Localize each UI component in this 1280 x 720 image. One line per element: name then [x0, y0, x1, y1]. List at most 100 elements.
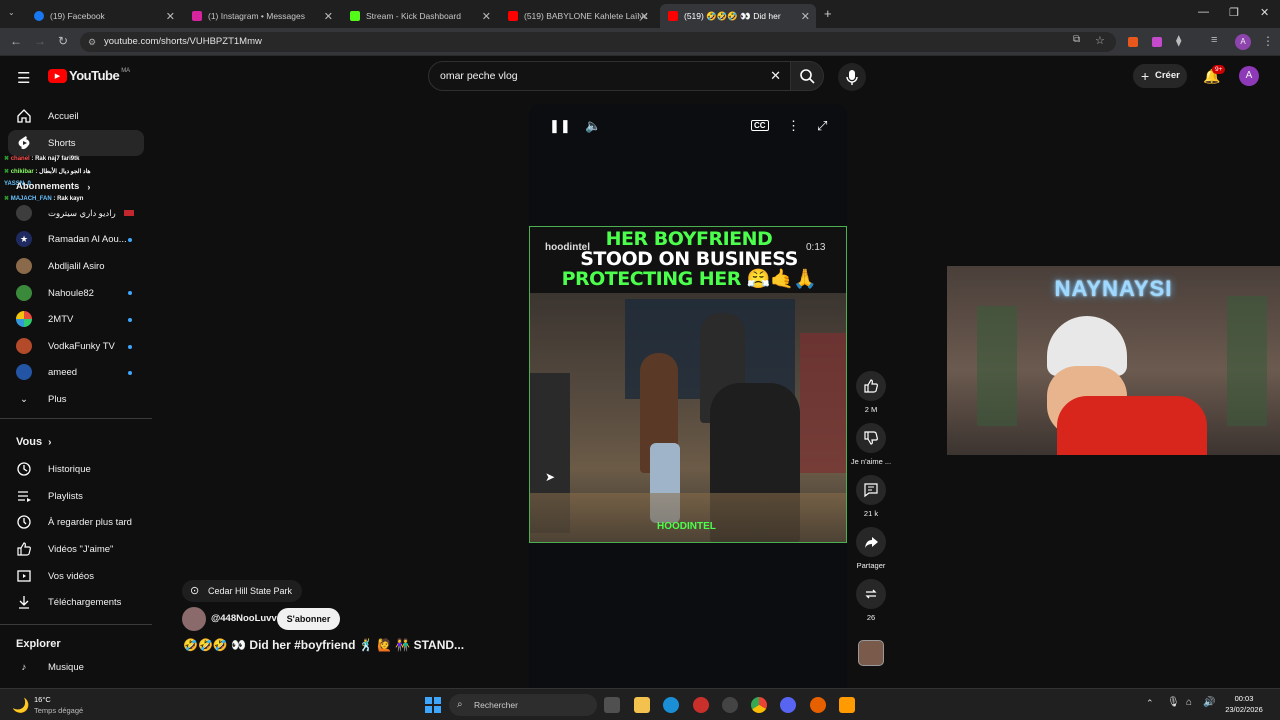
clock-date[interactable]: 23/02/2026 [1218, 705, 1270, 714]
network-icon[interactable]: ⌂ [1186, 697, 1192, 708]
subscriptions-title: Abonnements [16, 181, 80, 192]
sidebar-item-subscription[interactable]: ★ Ramadan Al Aou... [8, 226, 144, 252]
brand-watermark: HOODINTEL [657, 521, 716, 532]
close-icon[interactable]: ✕ [324, 10, 333, 23]
app-icon[interactable] [693, 697, 709, 713]
restore-icon[interactable]: ❐ [1229, 6, 1239, 19]
clock-icon [16, 514, 32, 530]
sidebar-item-more[interactable]: ⌄ Plus [8, 386, 144, 412]
volume-icon[interactable]: 🔈 [585, 118, 601, 134]
chevron-up-icon[interactable]: ⌃ [1146, 698, 1154, 709]
sidebar-item-music[interactable]: ♪ Musique [8, 654, 144, 680]
channel-handle[interactable]: @448NooLuvv [211, 613, 277, 624]
volume-icon[interactable]: 🔊 [1203, 697, 1215, 708]
sidebar-item-subscription[interactable]: ameed [8, 359, 144, 385]
file-explorer-icon[interactable] [634, 697, 650, 713]
youtube-logo[interactable]: ▶ YouTube MA [48, 68, 130, 83]
reload-icon[interactable]: ↻ [58, 34, 68, 48]
tab-instagram[interactable]: (1) Instagram • Messages ✕ [184, 4, 339, 28]
comment-action[interactable]: 21 k [856, 475, 886, 518]
location-chip[interactable]: ⊙ Cedar Hill State Park [182, 580, 303, 602]
sidebar-item-subscription[interactable]: Nahoule82 [8, 280, 144, 306]
close-icon[interactable]: ✕ [166, 10, 175, 23]
share-action[interactable]: Partager [856, 527, 886, 570]
browser-menu-icon[interactable]: ⋮ [1262, 34, 1274, 48]
sidebar-item-watch-later[interactable]: À regarder plus tard [8, 509, 144, 535]
notifications-button[interactable]: 🔔 9+ [1203, 65, 1226, 86]
sidebar-item-history[interactable]: Historique [8, 456, 144, 482]
clock-time[interactable]: 00:03 [1220, 694, 1268, 703]
edge-icon[interactable] [663, 697, 679, 713]
microphone-icon[interactable]: 🎙 [1167, 697, 1180, 708]
sidebar-item-subscription[interactable]: VodkaFunky TV [8, 333, 144, 359]
account-avatar[interactable]: A [1239, 66, 1259, 86]
clear-search-icon[interactable]: ✕ [770, 62, 781, 90]
tab-search-icon[interactable]: ⌄ [8, 8, 15, 17]
new-tab-icon[interactable]: + [824, 6, 832, 21]
back-icon[interactable]: ← [10, 34, 22, 48]
sidebar-item-label: Téléchargements [48, 596, 122, 608]
tab-youtube-babylone[interactable]: (519) BABYLONE Kahlete Laïlyo ✕ [500, 4, 655, 28]
discord-icon[interactable] [780, 697, 796, 713]
sidebar-item-subscription[interactable]: Abdljalil Asiro [8, 253, 144, 279]
search-input[interactable]: omar peche vlog ✕ [428, 61, 792, 91]
close-icon[interactable]: ✕ [801, 10, 810, 23]
thumbs-down-icon [856, 423, 886, 453]
close-icon[interactable]: ✕ [640, 10, 649, 23]
captions-icon[interactable]: CC [751, 120, 769, 131]
install-icon[interactable]: ⧉ [1073, 34, 1080, 45]
tab-label: (19) Facebook [50, 11, 105, 21]
audio-thumbnail[interactable] [858, 640, 884, 666]
more-options-icon[interactable]: ⋮ [787, 118, 800, 134]
voice-search-button[interactable] [838, 63, 866, 91]
remix-action[interactable]: 26 [856, 579, 886, 622]
tab-kick[interactable]: Stream - Kick Dashboard ✕ [342, 4, 497, 28]
comment-count: 21 k [863, 509, 879, 518]
tab-facebook[interactable]: (19) Facebook ✕ [26, 4, 181, 28]
extension-icon[interactable] [1128, 37, 1138, 47]
create-button[interactable]: + Créer [1133, 64, 1187, 88]
sidebar-item-subscription[interactable]: راديو داري سيتروت [8, 200, 144, 226]
like-action[interactable]: 2 M [856, 371, 886, 414]
profile-avatar[interactable]: A [1235, 34, 1251, 50]
site-info-icon[interactable]: ⚙ [88, 32, 96, 52]
short-video[interactable]: HER BOYFRIEND STOOD ON BUSINESS PROTECTI… [529, 226, 847, 543]
chrome-icon[interactable] [751, 697, 767, 713]
bookmark-star-icon[interactable]: ☆ [1095, 34, 1105, 47]
close-icon[interactable]: ✕ [482, 10, 491, 23]
close-window-icon[interactable]: ✕ [1260, 6, 1269, 19]
firefox-icon[interactable] [810, 697, 826, 713]
sidebar-item-liked-videos[interactable]: Vidéos "J'aime" [8, 536, 144, 562]
sidebar-item-downloads[interactable]: Téléchargements [8, 589, 144, 615]
sidebar-item-subscription[interactable]: 2MTV [8, 306, 144, 332]
obs-icon[interactable] [722, 697, 738, 713]
windows-start-icon[interactable] [425, 697, 441, 713]
weather-icon[interactable]: 🌙 [12, 697, 29, 714]
task-view-icon[interactable] [604, 697, 620, 713]
extension-icon[interactable] [1152, 37, 1162, 47]
sidebar-item-your-videos[interactable]: Vos vidéos [8, 563, 144, 589]
search-button[interactable] [790, 61, 824, 91]
pause-icon[interactable]: ❚❚ [549, 118, 571, 134]
subscribe-button[interactable]: S'abonner [277, 608, 340, 630]
tab-youtube-shorts[interactable]: (519) 🤣🤣🤣 👀 Did her ✕ [660, 4, 816, 28]
minimize-icon[interactable]: — [1198, 6, 1209, 18]
fullscreen-icon[interactable]: ⤢ [817, 118, 827, 134]
subscriptions-heading[interactable]: Abonnements › [16, 181, 90, 192]
you-heading[interactable]: Vous › [16, 436, 51, 448]
channel-avatar[interactable] [182, 607, 206, 631]
sidebar-item-home[interactable]: Accueil [8, 103, 144, 129]
download-icon [16, 594, 32, 610]
app-icon[interactable] [839, 697, 855, 713]
video-title[interactable]: 🤣🤣🤣 👀 Did her #boyfriend 🕺 🙋 👫 STAND... [183, 638, 464, 652]
sidebar-item-playlists[interactable]: Playlists [8, 483, 144, 509]
media-control-icon[interactable]: ≡ [1211, 34, 1217, 46]
sidebar-item-label: Abdljalil Asiro [48, 260, 105, 272]
taskbar-search[interactable]: ⌕ Rechercher [449, 694, 597, 716]
dislike-action[interactable]: Je n'aime ... [851, 423, 891, 466]
forward-icon[interactable]: → [34, 34, 46, 48]
hamburger-menu-icon[interactable]: ☰ [17, 69, 30, 87]
extensions-puzzle-icon[interactable]: ⧫ [1176, 34, 1181, 47]
url-field[interactable]: ⚙ youtube.com/shorts/VUHBPZT1Mmw [80, 32, 1116, 52]
sidebar-item-shorts[interactable]: Shorts [8, 130, 144, 156]
